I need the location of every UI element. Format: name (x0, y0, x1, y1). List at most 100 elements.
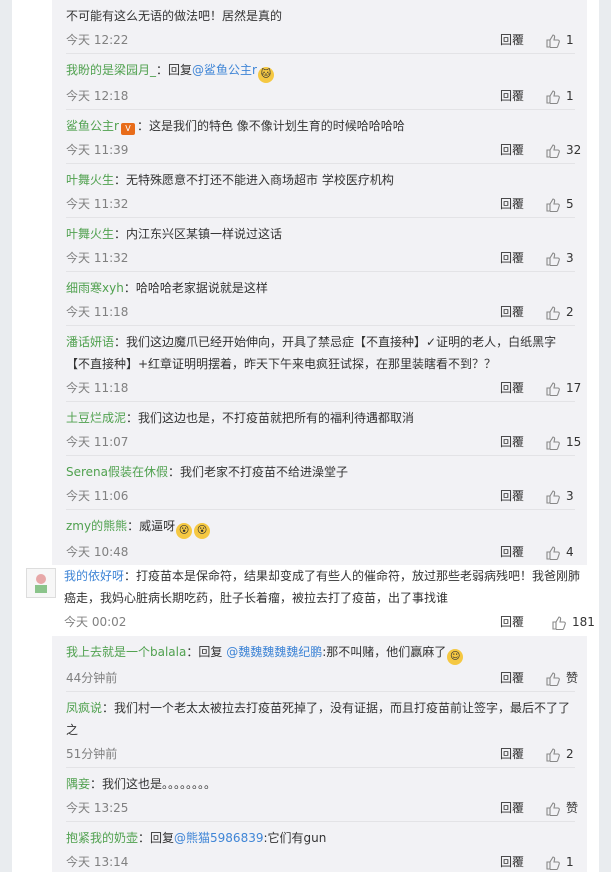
comment-text: ：威逼呀 (127, 519, 176, 533)
comment-meta: 今天 13:14 回覆 1 (66, 849, 587, 872)
comment-time: 51分钟前 (66, 747, 118, 761)
comment-time: 今天 00:02 (64, 615, 127, 629)
like-button[interactable]: 2 (546, 741, 574, 767)
comment-meta: 今天 11:06 回覆 3 (66, 483, 587, 509)
comment-meta: 今天 12:18 回覆 1 (66, 83, 587, 109)
page-edge (599, 0, 611, 872)
comment-text: 不可能有这么无语的做法吧！居然是真的 (66, 9, 283, 23)
commenter-name[interactable]: 叶舞火生 (66, 227, 114, 241)
reply-button[interactable]: 回覆 (500, 849, 524, 872)
reply-item: 我上去就是一个balala：回复 @魏魏魏魏魏纪鹏:那不叫赌，他们赢麻了 ☺ 44分… (52, 636, 587, 692)
reply-item: 土豆烂成泥：我们这边也是，不打疫苗就把所有的福利待遇都取消 今天 11:07 回覆 1… (52, 402, 587, 456)
reply-button[interactable]: 回覆 (500, 429, 524, 455)
like-count: 15 (566, 435, 582, 449)
like-button[interactable]: 1 (546, 83, 574, 109)
reply-item: 叶舞火生：内江东兴区某镇一样说过这话 今天 11:32 回覆 3 (52, 218, 587, 272)
reply-item: 不可能有这么无语的做法吧！居然是真的 今天 12:22 回覆 1 (52, 0, 587, 54)
reply-button[interactable]: 回覆 (500, 299, 524, 325)
like-count: 32 (566, 143, 582, 157)
reply-item: 我盼的是梁园月_：回复@鲨鱼公主r 🐱 今天 12:18 回覆 1 (52, 54, 587, 110)
like-button[interactable]: 181 (552, 609, 595, 635)
like-button[interactable]: 1 (546, 849, 574, 872)
thumbs-up-icon (546, 251, 560, 266)
reply-button[interactable]: 回覆 (500, 27, 524, 53)
reply-button[interactable]: 回覆 (500, 191, 524, 217)
mention-link[interactable]: @鲨鱼公主r (192, 63, 257, 77)
commenter-name[interactable]: 隅妾 (66, 777, 90, 791)
comment-meta: 今天 11:32 回覆 5 (66, 191, 587, 217)
commenter-name[interactable]: 叶舞火生 (66, 173, 114, 187)
reply-list: 不可能有这么无语的做法吧！居然是真的 今天 12:22 回覆 1 我盼的是梁园月_：回复… (52, 0, 587, 565)
commenter-name[interactable]: Serena假装在休假 (66, 465, 168, 479)
comment-text: ：无特殊愿意不打还不能进入商场超市 学校医疗机构 (114, 173, 394, 187)
reply-button[interactable]: 回覆 (500, 483, 524, 509)
reply-button[interactable]: 回覆 (500, 83, 524, 109)
like-button[interactable]: 赞 (546, 795, 578, 821)
like-button[interactable]: 32 (546, 137, 581, 163)
mention-link[interactable]: @魏魏魏魏魏纪鹏 (226, 645, 322, 659)
like-count: 17 (566, 381, 582, 395)
comment-text: ：这是我们的特色 像不像计划生育的时候哈哈哈哈 (136, 119, 405, 133)
mention-link[interactable]: @熊猫5986839 (174, 831, 263, 845)
like-count: 2 (566, 747, 574, 761)
commenter-name[interactable]: 土豆烂成泥 (66, 411, 126, 425)
like-button[interactable]: 3 (546, 483, 574, 509)
reply-prefix: ：回复 (138, 831, 175, 845)
comment-meta: 今天 00:02 回覆 181 (64, 609, 599, 635)
thumbs-up-icon (546, 143, 560, 158)
reply-item: 隅妾：我们这也是。。。。。。。。 今天 13:25 回覆 赞 (52, 768, 587, 822)
thumbs-up-icon (546, 89, 560, 104)
like-count: 赞 (566, 801, 579, 815)
reply-button[interactable]: 回覆 (500, 137, 524, 163)
like-count: 3 (566, 251, 574, 265)
commenter-name[interactable]: 我的依好呀 (64, 569, 124, 583)
like-button[interactable]: 3 (546, 245, 574, 271)
reply-button[interactable]: 回覆 (500, 665, 524, 691)
comment-meta: 今天 11:32 回覆 3 (66, 245, 587, 271)
commenter-name[interactable]: 我盼的是梁园月_ (66, 63, 156, 77)
like-button[interactable]: 1 (546, 27, 574, 53)
comment-time: 今天 11:32 (66, 251, 129, 265)
comment-time: 今天 11:18 (66, 305, 129, 319)
like-button[interactable]: 赞 (546, 665, 578, 691)
comment-time: 今天 12:22 (66, 33, 129, 47)
like-count: 5 (566, 197, 574, 211)
like-button[interactable]: 5 (546, 191, 574, 217)
comment-text: ：打疫苗本是保命符，结果却变成了有些人的催命符，放过那些老弱病残吧！我爸刚肺癌走… (64, 569, 581, 605)
commenter-name[interactable]: 潘话妍语 (66, 335, 114, 349)
commenter-name[interactable]: zmy的熊熊 (66, 519, 127, 533)
reply-item: 潘话妍语：我们这边魔爪已经开始伸向，开具了禁忌症【不直接种】✓证明的老人，白纸黑… (52, 326, 587, 402)
comment-thread: 不可能有这么无语的做法吧！居然是真的 今天 12:22 回覆 1 我盼的是梁园月_ ：回复… (0, 0, 611, 872)
thumbs-up-icon (546, 305, 560, 320)
like-button[interactable]: 2 (546, 299, 574, 325)
comment-meta: 今天 11:18 回覆 17 (66, 375, 587, 401)
commenter-name[interactable]: 抱紧我的奶壶 (66, 831, 138, 845)
like-count: 1 (566, 89, 574, 103)
commenter-name[interactable]: 细雨寒xyh (66, 281, 124, 295)
like-button[interactable]: 15 (546, 429, 581, 455)
reply-button[interactable]: 回覆 (500, 375, 524, 401)
commenter-name[interactable]: 凤疯说 (66, 701, 102, 715)
thumbs-up-icon (546, 545, 560, 560)
reply-button[interactable]: 回覆 (500, 741, 524, 767)
comment-meta: 今天 12:22 回覆 1 (66, 27, 587, 53)
avatar[interactable] (26, 568, 56, 598)
reply-button[interactable]: 回覆 (500, 245, 524, 271)
comment-time: 今天 10:48 (66, 545, 129, 559)
vip-badge-icon: V (120, 123, 135, 135)
thumbs-up-icon (546, 381, 560, 396)
thumbs-up-icon (546, 671, 560, 686)
smile-emoji-icon: ☺ (447, 649, 464, 665)
thumbs-up-icon (552, 615, 566, 630)
reply-button[interactable]: 回覆 (500, 795, 524, 821)
comment-time: 今天 13:25 (66, 801, 129, 815)
commenter-name[interactable]: 鲨鱼公主r (66, 119, 119, 133)
reply-button[interactable]: 回覆 (500, 609, 524, 635)
thumbs-up-icon (546, 489, 560, 504)
comment-time: 今天 12:18 (66, 89, 129, 103)
cat-emoji-icon: 🐱 (257, 67, 274, 83)
like-count: 3 (566, 489, 574, 503)
comment-text: ：我们村一个老太太被拉去打疫苗死掉了，没有证据，而且打疫苗前让签字，最后不了了之 (66, 701, 571, 737)
like-button[interactable]: 17 (546, 375, 581, 401)
commenter-name[interactable]: 我上去就是一个balala (66, 645, 186, 659)
